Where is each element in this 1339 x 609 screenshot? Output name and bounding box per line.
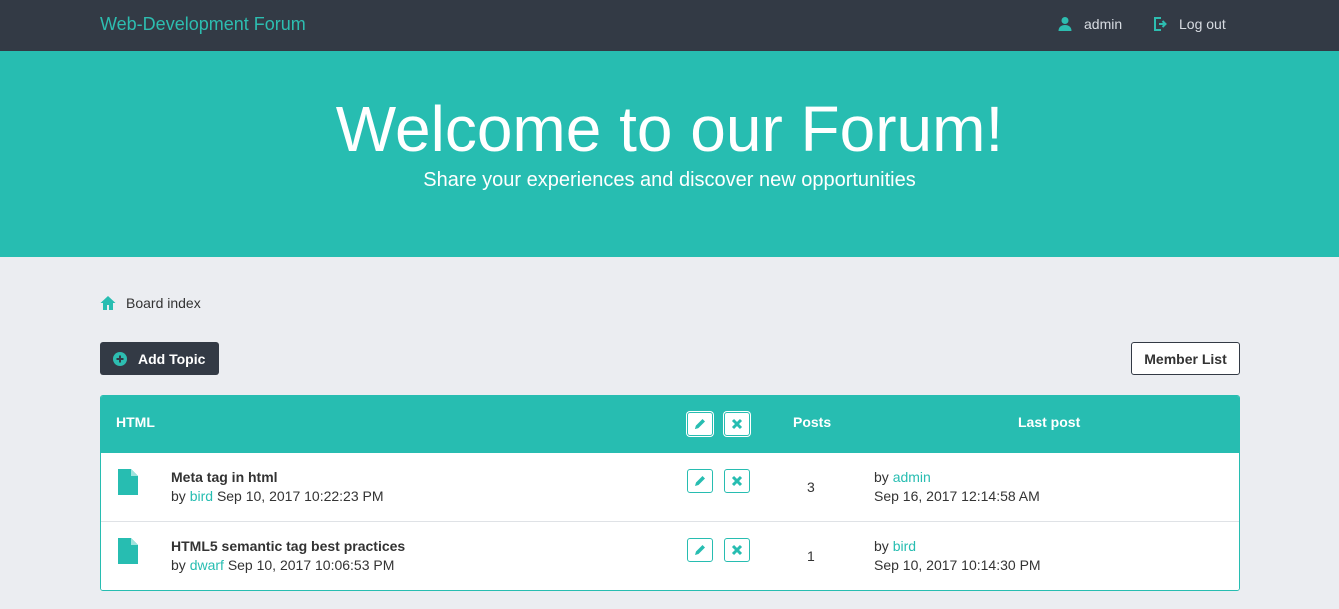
created-date: Sep 10, 2017 10:22:23 PM <box>216 488 384 504</box>
topic-title-link[interactable]: Meta tag in html <box>171 469 278 485</box>
close-icon <box>731 544 743 556</box>
posts-column-header: Posts <box>793 414 832 430</box>
username-label: admin <box>1084 16 1123 32</box>
author-link[interactable]: dwarf <box>190 557 224 573</box>
plus-circle-icon <box>113 351 127 366</box>
delete-topic-button[interactable] <box>724 469 750 493</box>
home-icon <box>100 295 116 311</box>
delete-topic-button[interactable] <box>724 538 750 562</box>
last-author-link[interactable]: bird <box>893 538 916 554</box>
forum-table: HTML Posts Last post Meta tag in html by… <box>100 395 1240 591</box>
edit-forum-button[interactable] <box>687 412 713 436</box>
by-prefix: by <box>874 469 889 485</box>
by-prefix: by <box>171 557 186 573</box>
close-icon <box>731 418 743 430</box>
last-post-by: by bird <box>874 538 916 554</box>
topic-meta: by bird Sep 10, 2017 10:22:23 PM <box>171 488 384 504</box>
logout-icon <box>1152 16 1168 32</box>
file-icon <box>118 469 138 495</box>
brand-link[interactable]: Web-Development Forum <box>100 14 306 35</box>
by-prefix: by <box>171 488 186 504</box>
post-count: 1 <box>807 548 815 564</box>
top-navbar: Web-Development Forum admin Log out <box>0 0 1339 51</box>
post-count: 3 <box>807 479 815 495</box>
author-link[interactable]: bird <box>190 488 213 504</box>
hero-subtitle: Share your experiences and discover new … <box>423 169 916 191</box>
user-menu-link[interactable]: admin <box>1057 16 1122 32</box>
last-post-column-header: Last post <box>1018 414 1081 430</box>
created-date: Sep 10, 2017 10:06:53 PM <box>227 557 395 573</box>
user-icon <box>1057 16 1073 32</box>
delete-forum-button[interactable] <box>724 412 750 436</box>
forum-name: HTML <box>116 414 155 430</box>
hero-title: Welcome to our Forum! <box>335 93 1004 165</box>
table-row: HTML5 semantic tag best practices by dwa… <box>101 522 1239 590</box>
pencil-icon <box>695 476 705 486</box>
breadcrumb-board-index[interactable]: Board index <box>126 295 201 311</box>
hero-banner: Welcome to our Forum! Share your experie… <box>0 51 1339 257</box>
edit-topic-button[interactable] <box>687 469 713 493</box>
breadcrumb[interactable]: Board index <box>100 295 201 311</box>
add-topic-button[interactable]: Add Topic <box>100 342 219 375</box>
last-author-link[interactable]: admin <box>893 469 931 485</box>
file-icon <box>118 538 138 564</box>
by-prefix: by <box>874 538 889 554</box>
member-list-button[interactable]: Member List <box>1131 342 1240 375</box>
pencil-icon <box>695 419 705 429</box>
close-icon <box>731 475 743 487</box>
logout-link[interactable]: Log out <box>1152 16 1226 32</box>
last-post-by: by admin <box>874 469 931 485</box>
table-row: Meta tag in html by bird Sep 10, 2017 10… <box>101 453 1239 522</box>
last-post-date: Sep 16, 2017 12:14:58 AM <box>874 488 1040 504</box>
pencil-icon <box>695 545 705 555</box>
add-topic-label: Add Topic <box>138 350 206 367</box>
logout-label: Log out <box>1179 16 1226 32</box>
topic-title-link[interactable]: HTML5 semantic tag best practices <box>171 538 405 554</box>
edit-topic-button[interactable] <box>687 538 713 562</box>
topic-meta: by dwarf Sep 10, 2017 10:06:53 PM <box>171 557 394 573</box>
last-post-date: Sep 10, 2017 10:14:30 PM <box>874 557 1041 573</box>
forum-header: HTML Posts Last post <box>101 396 1239 453</box>
